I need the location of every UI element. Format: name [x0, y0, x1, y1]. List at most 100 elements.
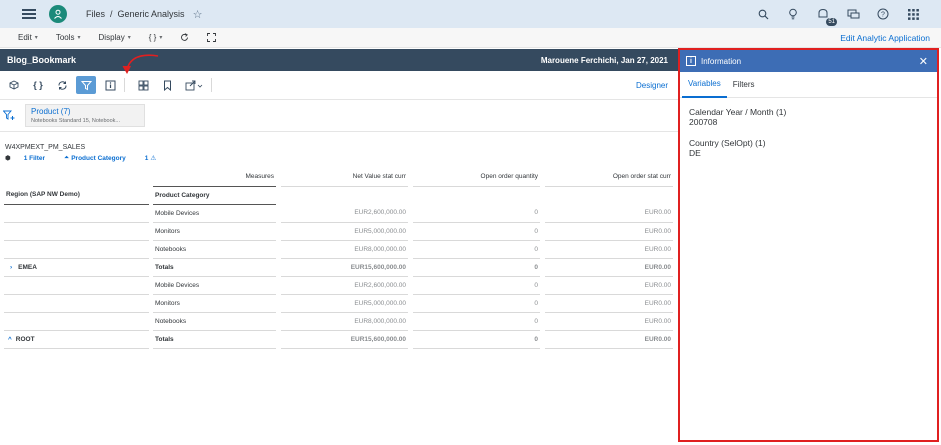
open-qty-cell: 0: [413, 276, 540, 295]
menu-display[interactable]: Display ▾: [99, 33, 131, 42]
table-row: Monitors EUR5,000,000.00 0 EUR0.00: [4, 294, 673, 313]
row-header-region[interactable]: Region (SAP NW Demo): [4, 186, 149, 205]
apps-grid-icon[interactable]: [905, 6, 921, 22]
chevron-down-icon: ▾: [159, 35, 163, 41]
count-link[interactable]: 1 ⚠: [145, 154, 157, 163]
notification-badge: 51: [826, 18, 837, 26]
variable-name: Calendar Year / Month (1): [689, 107, 787, 117]
open-stat-cell: EUR0.00: [545, 276, 673, 295]
menu-scripting[interactable]: { } ▾: [149, 33, 163, 42]
share-icon[interactable]: [181, 76, 207, 94]
filter-chip-subtitle: Notebooks Standard 15, Notebook...: [31, 118, 120, 124]
menu-tools[interactable]: Tools ▾: [56, 33, 81, 42]
table-row: Mobile Devices EUR2,600,000.00 0 EUR0.00: [4, 276, 673, 295]
open-stat-cell: EUR0.00: [545, 222, 673, 241]
net-value-cell: EUR2,600,000.00: [281, 204, 408, 223]
notifications-icon[interactable]: 51: [815, 6, 837, 26]
open-stat-cell: EUR0.00: [545, 312, 673, 331]
column-header-open-qty[interactable]: Open order quantity: [413, 168, 540, 187]
grid-icon[interactable]: [133, 76, 153, 94]
chat-icon[interactable]: [845, 6, 861, 22]
braces-icon[interactable]: { }: [28, 76, 48, 94]
toolbar-divider: [124, 78, 125, 92]
region-cell[interactable]: ^ ROOT: [4, 330, 149, 349]
filter-count-link[interactable]: 1 Filter: [24, 155, 45, 162]
search-icon[interactable]: [755, 6, 771, 22]
table-row: Monitors EUR5,000,000.00 0 EUR0.00: [4, 222, 673, 241]
open-qty-cell: 0: [413, 240, 540, 259]
lightbulb-icon[interactable]: [785, 6, 801, 22]
table-header-row: Measures Net Value stat curr Open order …: [4, 168, 673, 187]
open-qty-cell: 0: [413, 222, 540, 241]
net-value-cell: EUR5,000,000.00: [281, 294, 408, 313]
column-header-net-value[interactable]: Net Value stat curr: [281, 168, 408, 187]
open-qty-cell: 0: [413, 204, 540, 223]
svg-text:?: ?: [881, 12, 885, 19]
bookmark-icon[interactable]: [157, 76, 177, 94]
open-stat-cell: EUR0.00: [545, 240, 673, 259]
hierarchy-icon: ⏶: [64, 154, 70, 161]
chevron-down-icon: ▾: [127, 35, 131, 41]
chevron-down-icon: ▾: [77, 35, 81, 41]
cube-icon: ⬢: [5, 155, 11, 162]
avatar-icon[interactable]: [49, 5, 67, 23]
open-qty-cell: 0: [413, 330, 540, 349]
column-header-open-stat[interactable]: Open order stat curr: [545, 168, 673, 187]
variable-value: 200708: [689, 117, 718, 127]
info-icon[interactable]: [100, 76, 120, 94]
toolbar-divider: [211, 78, 212, 92]
category-cell: Monitors: [153, 294, 276, 313]
data-table: Measures Net Value stat curr Open order …: [4, 168, 673, 349]
variable-value: DE: [689, 148, 701, 158]
tab-filters[interactable]: Filters: [727, 72, 761, 98]
category-cell: Monitors: [153, 222, 276, 241]
breadcrumb-page: Generic Analysis: [117, 9, 185, 19]
menu-icon[interactable]: [22, 9, 36, 19]
information-tabs: Variables Filters: [680, 72, 937, 98]
product-category-link[interactable]: ⏶ Product Category: [64, 154, 126, 162]
query-info-row: ⬢ 1 Filter ⏶ Product Category 1 ⚠: [5, 154, 156, 162]
region-cell[interactable]: › EMEA: [4, 258, 149, 277]
net-value-cell: EUR8,000,000.00: [281, 240, 408, 259]
help-icon[interactable]: ?: [875, 6, 891, 22]
designer-link[interactable]: Designer: [636, 81, 668, 90]
table-row-header: Region (SAP NW Demo) Product Category: [4, 186, 673, 205]
breadcrumb-files[interactable]: Files: [86, 9, 105, 19]
cube-icon[interactable]: [4, 76, 24, 94]
info-icon: i: [686, 56, 696, 66]
table-row-total: ^ ROOT Totals EUR15,600,000.00 0 EUR0.00: [4, 330, 673, 349]
menu-edit[interactable]: Edit ▾: [18, 33, 38, 42]
star-icon[interactable]: ☆: [193, 8, 203, 21]
net-value-cell: EUR5,000,000.00: [281, 222, 408, 241]
warning-icon: ⚠: [150, 155, 157, 162]
collapse-icon[interactable]: ^: [8, 336, 12, 343]
add-filter-icon[interactable]: [2, 108, 15, 126]
open-qty-cell: 0: [413, 312, 540, 331]
net-value-cell: EUR2,600,000.00: [281, 276, 408, 295]
variable-item: Country (SelOpt) (1) DE: [680, 138, 937, 158]
information-panel: i Information ✕ Variables Filters Calend…: [678, 48, 939, 442]
shell-bar: Files / Generic Analysis ☆ 51 ?: [0, 0, 941, 28]
expand-icon[interactable]: ›: [10, 264, 12, 271]
information-panel-title: Information: [701, 56, 742, 66]
refresh-icon[interactable]: [180, 33, 189, 42]
filter-icon[interactable]: [76, 76, 96, 94]
category-cell: Notebooks: [153, 240, 276, 259]
net-value-cell: EUR15,600,000.00: [281, 258, 408, 277]
menu-bar: Edit ▾ Tools ▾ Display ▾ { } ▾ Edit Analytic…: [0, 28, 941, 48]
close-icon[interactable]: ✕: [919, 55, 928, 68]
net-value-cell: EUR15,600,000.00: [281, 330, 408, 349]
open-qty-cell: 0: [413, 258, 540, 277]
row-header-category[interactable]: Product Category: [153, 186, 276, 205]
net-value-cell: EUR8,000,000.00: [281, 312, 408, 331]
table-row: Mobile Devices EUR2,600,000.00 0 EUR0.00: [4, 204, 673, 223]
story-title: Blog_Bookmark: [7, 55, 77, 65]
tab-variables[interactable]: Variables: [682, 72, 727, 98]
category-cell: Totals: [153, 258, 276, 277]
sync-icon[interactable]: [52, 76, 72, 94]
edit-analytic-application-link[interactable]: Edit Analytic Application: [840, 33, 930, 43]
variable-name: Country (SelOpt) (1): [689, 138, 766, 148]
product-filter-chip[interactable]: Product (7) Notebooks Standard 15, Noteb…: [25, 104, 145, 127]
breadcrumb-separator: /: [110, 9, 113, 19]
fullscreen-icon[interactable]: [207, 33, 217, 42]
